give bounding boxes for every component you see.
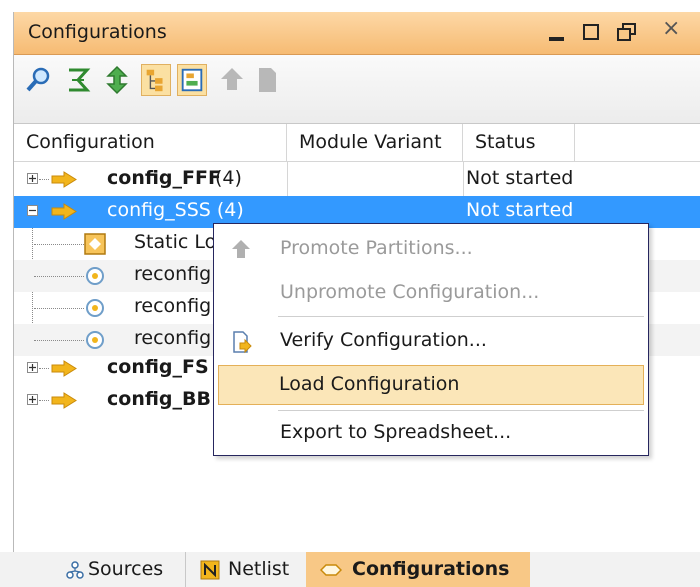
tab-sources[interactable]: Sources	[26, 552, 186, 587]
config-arrow-icon	[51, 203, 77, 220]
column-header-module-variant[interactable]: Module Variant	[287, 124, 463, 161]
status-cell: Not started	[466, 167, 574, 189]
menu-item-export-spreadsheet[interactable]: Export to Spreadsheet...	[216, 414, 646, 452]
reconfig-module-icon	[86, 331, 104, 349]
config-name: config_FFF	[107, 167, 221, 189]
column-header-status[interactable]: Status	[463, 124, 575, 161]
config-name: config_BB	[107, 388, 211, 410]
expand-all-icon[interactable]	[102, 64, 132, 96]
title-bar[interactable]: Configurations ×	[14, 12, 700, 55]
config-arrow-icon	[51, 360, 77, 377]
menu-item-promote-partitions[interactable]: Promote Partitions...	[216, 230, 646, 268]
document-icon[interactable]	[252, 64, 282, 96]
menu-separator	[278, 316, 644, 317]
close-icon[interactable]: ×	[662, 16, 680, 44]
window-title: Configurations	[28, 21, 167, 43]
promote-icon[interactable]	[217, 64, 247, 96]
flat-list-icon[interactable]	[177, 64, 207, 96]
column-header-configuration[interactable]: Configuration	[14, 124, 287, 161]
menu-item-load-configuration[interactable]: Load Configuration	[218, 365, 644, 405]
reconfig-module-icon	[86, 299, 104, 317]
tab-label: Netlist	[228, 558, 290, 580]
menu-item-label: Verify Configuration...	[280, 329, 487, 351]
tab-bar: Sources Netlist Configurations	[0, 552, 700, 587]
minimize-icon[interactable]	[546, 18, 568, 46]
tab-label: Sources	[88, 558, 164, 580]
config-name: config_SSS (4)	[107, 199, 244, 221]
menu-item-label: Load Configuration	[279, 373, 460, 395]
reconfig-module-icon	[86, 267, 104, 285]
menu-item-label: Export to Spreadsheet...	[280, 421, 512, 443]
config-arrow-icon	[51, 171, 77, 188]
tab-configurations[interactable]: Configurations	[306, 552, 530, 587]
toolbar	[14, 55, 700, 124]
collapse-icon[interactable]	[27, 205, 38, 216]
expand-icon[interactable]	[27, 173, 38, 184]
maximize-icon[interactable]	[580, 18, 604, 46]
status-cell: Not started	[466, 199, 574, 221]
tab-netlist[interactable]: Netlist	[190, 552, 307, 587]
module-name: reconfig	[134, 263, 212, 285]
restore-icon[interactable]	[615, 18, 641, 46]
module-name: reconfig	[134, 295, 212, 317]
module-name: Static Lo	[134, 231, 217, 253]
verify-icon	[233, 331, 252, 354]
tree-row-config-fff[interactable]: config_FFF (4) Not started	[14, 164, 700, 196]
expand-icon[interactable]	[27, 362, 38, 373]
hierarchy-icon[interactable]	[141, 64, 171, 96]
config-arrow-icon	[51, 392, 77, 409]
context-menu: Promote Partitions... Unpromote Configur…	[213, 223, 649, 456]
menu-item-label: Unpromote Configuration...	[280, 281, 540, 303]
promote-icon	[232, 240, 250, 258]
expand-icon[interactable]	[27, 394, 38, 405]
config-name: config_FS	[107, 356, 209, 378]
configurations-icon	[320, 564, 342, 576]
menu-item-label: Promote Partitions...	[280, 237, 473, 259]
tab-label: Configurations	[352, 558, 510, 580]
table-header: Configuration Module Variant Status	[14, 124, 700, 162]
static-module-icon	[84, 233, 106, 255]
search-icon[interactable]	[24, 64, 54, 96]
sources-icon	[66, 561, 84, 579]
menu-item-verify-configuration[interactable]: Verify Configuration...	[216, 322, 646, 360]
menu-separator	[278, 410, 644, 411]
collapse-all-icon[interactable]	[63, 64, 93, 96]
menu-item-unpromote-configuration[interactable]: Unpromote Configuration...	[216, 274, 646, 312]
config-count: (4)	[215, 167, 242, 189]
netlist-icon	[200, 560, 220, 580]
module-name: reconfig	[134, 327, 212, 349]
